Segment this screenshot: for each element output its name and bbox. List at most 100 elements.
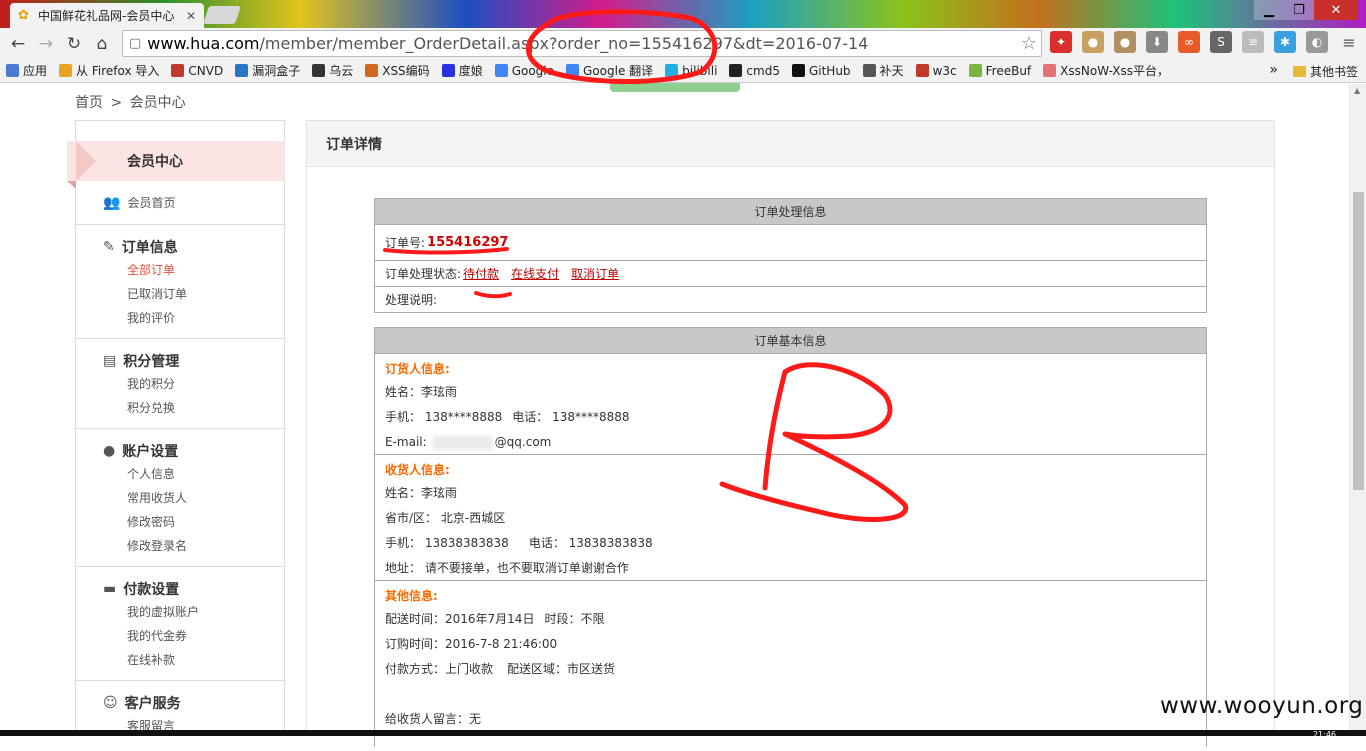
sidebar-item-change-login-name[interactable]: 修改登录名 xyxy=(127,537,187,554)
bookmark-item[interactable]: bilibili xyxy=(665,64,717,78)
sidebar-item-cancelled-orders[interactable]: 已取消订单 xyxy=(127,285,187,302)
bookmark-item[interactable]: GitHub xyxy=(791,64,851,78)
cookie2-icon[interactable]: ● xyxy=(1114,31,1136,53)
buyer-mobile: 手机： 138****8888 xyxy=(385,410,503,424)
back-arrow-icon[interactable]: ← xyxy=(6,32,30,56)
bookmark-item[interactable]: Google xyxy=(494,64,554,78)
process-note-row: 处理说明: xyxy=(375,287,1206,312)
sidebar-title-payment: ▬ 付款设置 xyxy=(103,579,179,599)
tab-close-icon[interactable]: ✕ xyxy=(186,9,196,23)
bookmark-label: XSS编码 xyxy=(382,64,430,78)
other-info-group: 其他信息: 配送时间：2016年7月14日 时段：不限 订购时间：2016-7-8… xyxy=(375,581,1206,751)
sidebar-title-service: ☺ 客户服务 xyxy=(103,693,181,713)
bookmark-favicon-icon xyxy=(791,64,805,77)
receiver-phones: 手机： 13838383838 电话： 13838383838 xyxy=(385,531,1196,556)
restore-icon[interactable]: ❐ xyxy=(1284,0,1314,20)
home-icon[interactable]: ⌂ xyxy=(90,32,114,56)
url-path: /member/member_OrderDetail.aspx?order_no… xyxy=(259,34,869,53)
bookmark-favicon-icon xyxy=(915,64,929,77)
bookmark-item[interactable]: FreeBuf xyxy=(968,64,1031,78)
sidebar-item-virtual-account[interactable]: 我的虚拟账户 xyxy=(127,603,199,620)
receiver-name: 姓名：李玹雨 xyxy=(385,486,458,500)
sidebar-title-label: 客户服务 xyxy=(124,696,181,712)
cancel-order-link[interactable]: 取消订单 xyxy=(571,265,619,282)
sidebar-title-points: ▤ 积分管理 xyxy=(103,351,179,371)
receiver-info-title: 收货人信息: xyxy=(385,463,450,477)
service-icon: ☺ xyxy=(103,695,118,711)
minimize-icon[interactable]: ▁ xyxy=(1254,0,1284,20)
sidebar-item-profile[interactable]: 个人信息 xyxy=(127,465,175,482)
receiver-message: 给收货人留言：无 xyxy=(385,712,482,726)
other-bookmarks-label: 其他书签 xyxy=(1309,65,1358,79)
payment-line: 付款方式：上门收款 配送区域：市区送货 xyxy=(385,657,1196,682)
card-icon: ▤ xyxy=(103,353,117,369)
new-tab-button[interactable] xyxy=(203,6,241,24)
scroll-up-arrow-icon[interactable]: ▲ xyxy=(1354,86,1360,95)
sidebar-item-change-password[interactable]: 修改密码 xyxy=(127,513,175,530)
bookmark-item[interactable]: 应用 xyxy=(6,62,47,79)
bookmark-item[interactable]: 度娘 xyxy=(441,62,483,79)
forward-arrow-icon[interactable]: → xyxy=(34,32,58,56)
email-redaction xyxy=(432,435,493,450)
scroll-thumb[interactable] xyxy=(1353,192,1364,490)
other-bookmarks[interactable]: 其他书签 xyxy=(1292,63,1358,80)
bookmark-item[interactable]: Google 翻译 xyxy=(566,62,653,79)
page-title: 订单详情 xyxy=(307,121,1274,167)
extension-red-icon[interactable]: ✦ xyxy=(1050,31,1072,53)
page-scrollbar[interactable]: ▲ xyxy=(1349,84,1366,736)
buyer-email-suffix: @qq.com xyxy=(494,435,552,449)
sidebar-item-my-reviews[interactable]: 我的评价 xyxy=(127,309,175,326)
bookmark-label: Google 翻译 xyxy=(583,64,654,78)
bookmark-item[interactable]: CNVD xyxy=(171,64,223,78)
receiver-phone: 电话： 13838383838 xyxy=(528,536,653,550)
download-icon[interactable]: ⬇ xyxy=(1146,31,1168,53)
browser-tab[interactable]: ✿ 中国鲜花礼品网-会员中心 ✕ xyxy=(10,3,204,28)
sidebar-section-account: ● 账户设置 个人信息 常用收货人 修改密码 修改登录名 xyxy=(76,429,284,567)
order-time: 订购时间：2016-7-8 21:46:00 xyxy=(385,637,558,651)
breadcrumb-home-link[interactable]: 首页 xyxy=(75,95,103,111)
shoe-icon[interactable]: ◐ xyxy=(1306,31,1328,53)
bookmark-favicon-icon xyxy=(729,64,743,77)
script-icon[interactable]: S xyxy=(1210,31,1232,53)
bookmark-favicon-icon xyxy=(968,64,982,77)
bookmark-item[interactable]: 乌云 xyxy=(312,62,353,79)
bookmark-favicon-icon xyxy=(566,64,580,77)
bookmark-star-icon[interactable]: ☆ xyxy=(1021,33,1037,54)
bookmark-label: cmd5 xyxy=(746,63,780,78)
bookmark-item[interactable]: cmd5 xyxy=(729,64,780,78)
sidebar-item-vouchers[interactable]: 我的代金券 xyxy=(127,627,187,644)
reload-icon[interactable]: ↻ xyxy=(62,32,86,56)
sidebar-header-label: 会员中心 xyxy=(127,154,183,170)
bookmark-item[interactable]: 漏洞盒子 xyxy=(235,62,300,79)
cookie-icon[interactable]: ● xyxy=(1082,31,1104,53)
bookmarks-bar: 应用 从 Firefox 导入 CNVD 漏洞盒子 乌云 XSS编码 度娘 Google Goo… xyxy=(0,59,1366,83)
bookmark-label: 漏洞盒子 xyxy=(252,64,301,78)
sidebar-item-frequent-receivers[interactable]: 常用收货人 xyxy=(127,489,187,506)
account-icon: ● xyxy=(103,443,116,459)
notes-icon[interactable]: ≡ xyxy=(1242,31,1264,53)
bookmark-item[interactable]: w3c xyxy=(915,64,957,78)
close-window-icon[interactable]: ✕ xyxy=(1314,0,1358,20)
sidebar-item-member-home[interactable]: 👥 会员首页 xyxy=(103,194,175,211)
sidebar-item-all-orders[interactable]: 全部订单 xyxy=(127,261,175,278)
bookmarks-overflow-icon[interactable]: » xyxy=(1269,62,1278,78)
address-bar[interactable]: ▢ www.hua.com/member/member_OrderDetail.… xyxy=(122,30,1042,57)
bookmark-item[interactable]: XSS编码 xyxy=(365,62,430,79)
sidebar-item-online-supplement[interactable]: 在线补款 xyxy=(127,651,175,668)
infinity-icon[interactable]: ∞ xyxy=(1178,31,1200,53)
window-controls: ▁ ❐ ✕ xyxy=(1254,0,1358,20)
bookmark-item[interactable]: XssNoW-Xss平台， xyxy=(1043,62,1169,79)
online-pay-link[interactable]: 在线支付 xyxy=(511,265,559,282)
bookmark-favicon-icon xyxy=(171,64,185,77)
pinwheel-icon[interactable]: ✱ xyxy=(1274,31,1296,53)
sidebar-section-orders: ✎ 订单信息 全部订单 已取消订单 我的评价 xyxy=(76,225,284,339)
bookmark-item[interactable]: 从 Firefox 导入 xyxy=(59,62,159,79)
browser-toolbar: ← → ↻ ⌂ ▢ www.hua.com/member/member_Orde… xyxy=(0,28,1366,59)
sidebar-item-points-exchange[interactable]: 积分兑换 xyxy=(127,399,175,416)
sidebar-item-my-points[interactable]: 我的积分 xyxy=(127,375,175,392)
breadcrumb-current: 会员中心 xyxy=(129,95,186,111)
menu-icon[interactable]: ≡ xyxy=(1338,31,1360,53)
sidebar-section-points: ▤ 积分管理 我的积分 积分兑换 xyxy=(76,339,284,429)
bookmark-item[interactable]: 补天 xyxy=(862,62,904,79)
